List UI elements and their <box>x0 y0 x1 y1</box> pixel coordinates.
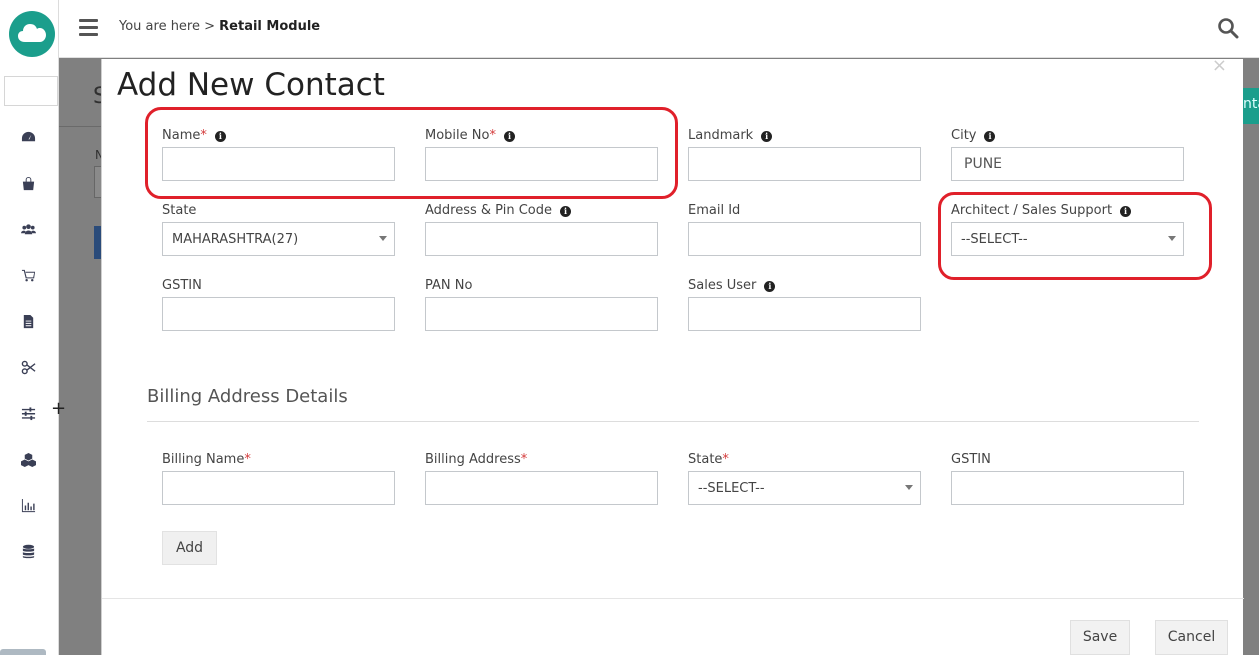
bar-chart-icon[interactable] <box>18 495 38 515</box>
name-label: Name* i <box>162 128 226 143</box>
info-icon[interactable]: i <box>764 281 776 292</box>
gstin-input[interactable] <box>162 297 395 331</box>
caret-down-icon <box>905 485 913 490</box>
name-input[interactable] <box>162 147 395 181</box>
users-icon[interactable] <box>18 219 38 239</box>
landmark-label: Landmark i <box>688 128 773 143</box>
architect-selected-value: --SELECT-- <box>961 232 1028 247</box>
city-input[interactable] <box>951 147 1184 181</box>
state-select[interactable]: MAHARASHTRA(27) <box>162 222 395 256</box>
add-billing-button[interactable]: Add <box>162 531 217 565</box>
billing-gstin-label: GSTIN <box>951 452 991 467</box>
caret-down-icon <box>379 236 387 241</box>
info-icon[interactable]: i <box>214 131 226 142</box>
billing-divider <box>147 421 1199 422</box>
info-icon[interactable]: i <box>761 131 773 142</box>
billing-section-title: Billing Address Details <box>147 386 348 407</box>
architect-label: Architect / Sales Support i <box>951 203 1132 218</box>
architect-select[interactable]: --SELECT-- <box>951 222 1184 256</box>
sliders-icon[interactable] <box>18 403 38 423</box>
pan-input[interactable] <box>425 297 658 331</box>
mobile-input[interactable] <box>425 147 658 181</box>
billing-name-input[interactable] <box>162 471 395 505</box>
database-icon[interactable] <box>18 541 38 561</box>
footer-divider <box>102 598 1244 599</box>
billing-name-label: Billing Name* <box>162 452 251 467</box>
breadcrumb: You are here > Retail Module <box>119 19 320 34</box>
sidebar-scroll-indicator[interactable] <box>0 649 46 655</box>
address-input[interactable] <box>425 222 658 256</box>
billing-state-label: State* <box>688 452 729 467</box>
mobile-label: Mobile No* i <box>425 128 515 143</box>
state-label: State <box>162 203 197 218</box>
top-header: You are here > Retail Module <box>59 0 1259 58</box>
cancel-button[interactable]: Cancel <box>1155 620 1228 655</box>
close-icon[interactable]: × <box>1212 55 1227 76</box>
modal-title: Add New Contact <box>117 67 385 103</box>
cart-icon[interactable] <box>18 265 38 285</box>
sales-user-input[interactable] <box>688 297 921 331</box>
landmark-input[interactable] <box>688 147 921 181</box>
billing-state-select[interactable]: --SELECT-- <box>688 471 921 505</box>
caret-down-icon <box>1168 236 1176 241</box>
sidebar <box>0 0 59 655</box>
billing-address-input[interactable] <box>425 471 658 505</box>
info-icon[interactable]: i <box>560 206 571 217</box>
save-button[interactable]: Save <box>1070 620 1130 655</box>
cubes-icon[interactable] <box>18 449 38 469</box>
add-contact-modal: × Add New Contact Name* i Mobile No* i Lan… <box>101 55 1244 655</box>
sidebar-search-input[interactable] <box>4 76 58 106</box>
gstin-label: GSTIN <box>162 278 202 293</box>
sales-user-label: Sales User i <box>688 278 776 293</box>
billing-address-label: Billing Address* <box>425 452 528 467</box>
info-icon[interactable]: i <box>1120 206 1132 217</box>
state-selected-value: MAHARASHTRA(27) <box>172 232 299 247</box>
background-plus: + <box>51 398 67 419</box>
city-label: City i <box>951 128 996 143</box>
email-label: Email Id <box>688 203 741 218</box>
hamburger-menu-icon[interactable] <box>79 19 98 36</box>
dashboard-icon[interactable] <box>18 127 38 147</box>
document-icon[interactable] <box>18 311 38 331</box>
breadcrumb-current[interactable]: Retail Module <box>219 19 320 34</box>
shopping-bag-icon[interactable] <box>18 173 38 193</box>
search-icon[interactable] <box>1217 17 1239 39</box>
address-label: Address & Pin Code i <box>425 203 571 218</box>
email-input[interactable] <box>688 222 921 256</box>
cloud-logo-icon[interactable] <box>9 11 55 57</box>
scissors-icon[interactable] <box>18 357 38 377</box>
info-icon[interactable]: i <box>984 131 996 142</box>
billing-state-selected-value: --SELECT-- <box>698 481 765 496</box>
pan-label: PAN No <box>425 278 473 293</box>
breadcrumb-prefix: You are here > <box>119 19 220 34</box>
info-icon[interactable]: i <box>503 131 515 142</box>
billing-gstin-input[interactable] <box>951 471 1184 505</box>
